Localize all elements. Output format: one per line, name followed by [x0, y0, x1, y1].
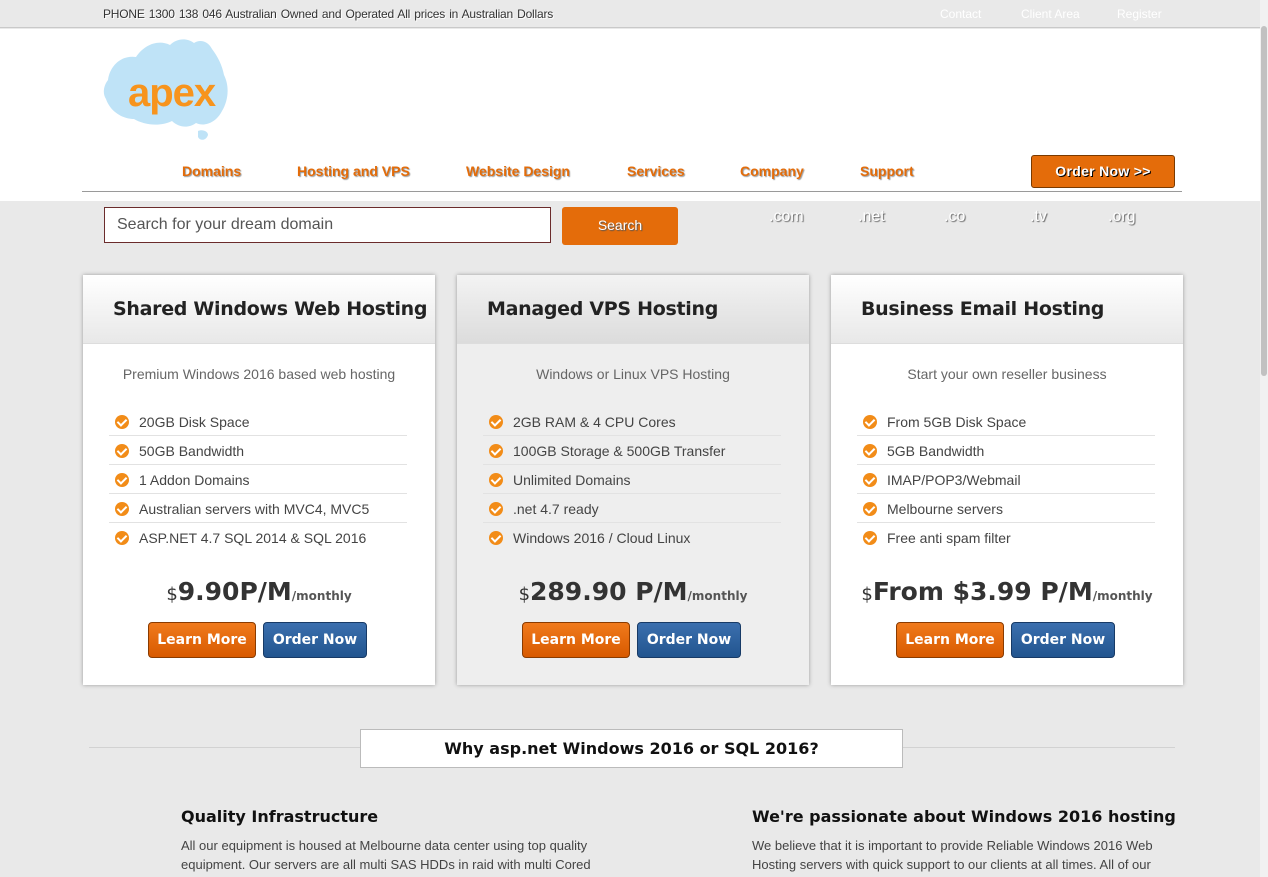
page-scrollbar[interactable] — [1260, 0, 1268, 877]
domain-search-input[interactable] — [104, 207, 551, 243]
nav-divider — [82, 191, 1182, 192]
client-area-link[interactable]: Client Area — [1021, 7, 1080, 21]
nav-hosting-vps[interactable]: Hosting and VPS — [297, 163, 410, 179]
nav-company[interactable]: Company — [740, 163, 804, 179]
check-icon — [863, 473, 877, 487]
plan-price: $9.90P/M/monthly — [166, 577, 352, 606]
tld-org[interactable]: .org — [1108, 208, 1136, 226]
plan-subtitle: Start your own reseller business — [907, 366, 1107, 382]
header: apex Domains Hosting and VPS Website Des… — [0, 29, 1268, 201]
tld-com[interactable]: .com — [769, 208, 804, 226]
tld-net[interactable]: .net — [858, 208, 885, 226]
plan-subtitle: Windows or Linux VPS Hosting — [536, 366, 730, 382]
learn-more-button[interactable]: Learn More — [522, 622, 630, 658]
check-icon — [489, 415, 503, 429]
nav-support[interactable]: Support — [860, 163, 914, 179]
order-now-plan-button[interactable]: Order Now — [637, 622, 741, 658]
plan-title: Managed VPS Hosting — [487, 298, 718, 320]
feature-item: Free anti spam filter — [857, 523, 1155, 552]
feature-item: 100GB Storage & 500GB Transfer — [483, 436, 781, 465]
tld-co[interactable]: .co — [944, 208, 965, 226]
plan-price: $From $3.99 P/M/monthly — [861, 577, 1153, 606]
plan-card-email: Business Email Hosting Start your own re… — [831, 275, 1183, 685]
plan-card-shared: Shared Windows Web Hosting Premium Windo… — [83, 275, 435, 685]
feature-item: Melbourne servers — [857, 494, 1155, 523]
search-button[interactable]: Search — [562, 207, 678, 245]
feature-item: 2GB RAM & 4 CPU Cores — [483, 407, 781, 436]
scrollbar-thumb[interactable] — [1261, 26, 1267, 376]
feature-item: Windows 2016 / Cloud Linux — [483, 523, 781, 552]
feature-list: 20GB Disk Space 50GB Bandwidth 1 Addon D… — [109, 407, 407, 552]
quality-infrastructure-title: Quality Infrastructure — [181, 807, 379, 826]
feature-item: 5GB Bandwidth — [857, 436, 1155, 465]
nav-domains[interactable]: Domains — [182, 163, 241, 179]
quality-infrastructure-text: All our equipment is housed at Melbourne… — [181, 838, 591, 872]
top-bar: PHONE 1300 138 046 Australian Owned and … — [0, 0, 1268, 28]
plan-price: $289.90 P/M/monthly — [518, 577, 748, 606]
learn-more-button[interactable]: Learn More — [148, 622, 256, 658]
nav-services[interactable]: Services — [627, 163, 685, 179]
feature-list: 2GB RAM & 4 CPU Cores 100GB Storage & 50… — [483, 407, 781, 552]
check-icon — [489, 531, 503, 545]
feature-item: .net 4.7 ready — [483, 494, 781, 523]
feature-item: 20GB Disk Space — [109, 407, 407, 436]
order-now-button[interactable]: Order Now >> — [1031, 155, 1175, 188]
register-link[interactable]: Register — [1117, 7, 1162, 21]
check-icon — [489, 502, 503, 516]
passionate-text: We believe that it is important to provi… — [752, 838, 1153, 872]
logo-text[interactable]: apex — [128, 71, 216, 116]
plan-card-vps: Managed VPS Hosting Windows or Linux VPS… — [457, 275, 809, 685]
check-icon — [115, 415, 129, 429]
feature-item: ASP.NET 4.7 SQL 2014 & SQL 2016 — [109, 523, 407, 552]
check-icon — [863, 502, 877, 516]
plan-title: Business Email Hosting — [861, 298, 1105, 320]
feature-list: From 5GB Disk Space 5GB Bandwidth IMAP/P… — [857, 407, 1155, 552]
top-bar-info: PHONE 1300 138 046 Australian Owned and … — [103, 7, 554, 21]
why-heading: Why asp.net Windows 2016 or SQL 2016? — [360, 729, 903, 768]
check-icon — [863, 531, 877, 545]
feature-item: From 5GB Disk Space — [857, 407, 1155, 436]
check-icon — [489, 473, 503, 487]
check-icon — [115, 473, 129, 487]
feature-item: 50GB Bandwidth — [109, 436, 407, 465]
learn-more-button[interactable]: Learn More — [896, 622, 1004, 658]
check-icon — [115, 531, 129, 545]
feature-item: Australian servers with MVC4, MVC5 — [109, 494, 407, 523]
tld-tv[interactable]: .tv — [1030, 208, 1047, 226]
plan-subtitle: Premium Windows 2016 based web hosting — [122, 366, 396, 382]
order-now-plan-button[interactable]: Order Now — [263, 622, 367, 658]
check-icon — [863, 415, 877, 429]
feature-item: IMAP/POP3/Webmail — [857, 465, 1155, 494]
passionate-title: We're passionate about Windows 2016 host… — [752, 807, 1176, 826]
nav-website-design[interactable]: Website Design — [466, 163, 570, 179]
order-now-plan-button[interactable]: Order Now — [1011, 622, 1115, 658]
feature-item: 1 Addon Domains — [109, 465, 407, 494]
check-icon — [115, 444, 129, 458]
feature-item: Unlimited Domains — [483, 465, 781, 494]
check-icon — [863, 444, 877, 458]
plan-title: Shared Windows Web Hosting — [113, 298, 428, 320]
check-icon — [115, 502, 129, 516]
check-icon — [489, 444, 503, 458]
contact-link[interactable]: Contact — [940, 7, 981, 21]
